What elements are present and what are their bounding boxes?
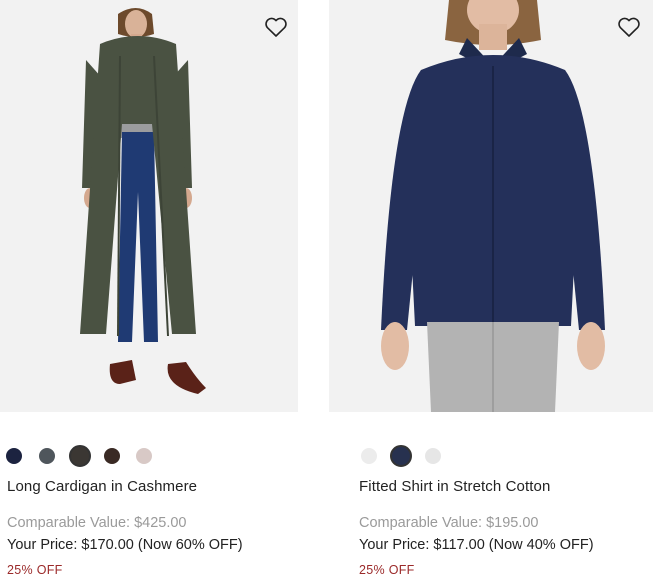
swatch-navy-selected[interactable] (390, 445, 412, 467)
discount-badge: 25% OFF (7, 563, 63, 577)
swatch-navy[interactable] (6, 448, 22, 464)
product-image-cardigan[interactable] (0, 0, 298, 412)
your-price: Your Price: $117.00 (Now 40% OFF) (359, 537, 594, 553)
swatch-blush[interactable] (136, 448, 152, 464)
product-image-shirt[interactable] (329, 0, 653, 412)
heart-outline-icon[interactable] (617, 16, 641, 38)
product-card-shirt[interactable]: Fitted Shirt in Stretch Cotton Comparabl… (329, 0, 653, 577)
heart-outline-icon[interactable] (264, 16, 288, 38)
swatch-olive-selected[interactable] (69, 445, 91, 467)
swatch-light-grey[interactable] (425, 448, 441, 464)
product-name[interactable]: Long Cardigan in Cashmere (7, 478, 197, 495)
product-card-cardigan[interactable]: Long Cardigan in Cashmere Comparable Val… (0, 0, 298, 577)
model-photo (80, 8, 206, 394)
discount-badge: 25% OFF (359, 563, 415, 577)
model-photo (381, 0, 605, 412)
swatch-white[interactable] (361, 448, 377, 464)
product-name[interactable]: Fitted Shirt in Stretch Cotton (359, 478, 550, 495)
comparable-value: Comparable Value: $195.00 (359, 515, 539, 531)
comparable-value: Comparable Value: $425.00 (7, 515, 187, 531)
swatch-charcoal[interactable] (39, 448, 55, 464)
swatch-brown[interactable] (104, 448, 120, 464)
your-price: Your Price: $170.00 (Now 60% OFF) (7, 537, 243, 553)
